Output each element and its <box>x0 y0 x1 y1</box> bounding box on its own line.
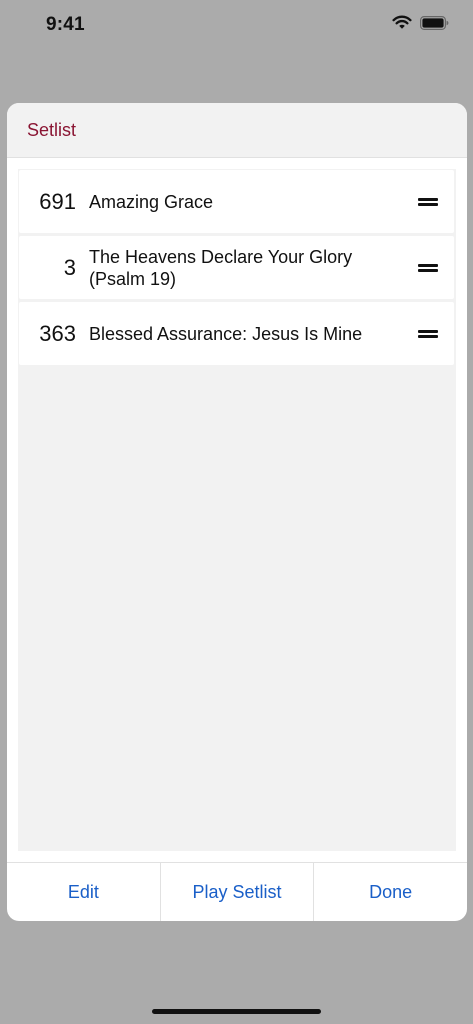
drag-handle-icon[interactable] <box>418 263 438 273</box>
hymn-number: 363 <box>39 320 76 346</box>
drag-handle-icon[interactable] <box>418 197 438 207</box>
hymn-title: Blessed Assurance: Jesus Is Mine <box>89 323 363 344</box>
status-time: 9:41 <box>46 14 85 35</box>
hymn-number: 3 <box>63 254 76 280</box>
hymn-number: 691 <box>39 188 76 214</box>
hymn-title: The Heavens Declare Your Glory (Psalm 19… <box>89 246 353 289</box>
home-indicator[interactable] <box>152 1009 321 1014</box>
wifi-icon <box>392 15 412 29</box>
list-item[interactable]: 363 Blessed Assurance: Jesus Is Mine <box>19 302 454 365</box>
done-button[interactable]: Done <box>313 863 467 921</box>
drag-handle-icon[interactable] <box>418 329 438 339</box>
sheet-footer: Edit Play Setlist Done <box>7 862 467 921</box>
battery-icon <box>420 15 449 30</box>
hymn-title: Amazing Grace <box>89 191 214 212</box>
sheet-title: Setlist <box>27 120 77 140</box>
list-item[interactable]: 3 The Heavens Declare Your Glory (Psalm … <box>19 236 454 299</box>
setlist-sheet: Setlist 691 Amazing Grace 3 The Heavens … <box>7 103 467 921</box>
play-setlist-button[interactable]: Play Setlist <box>159 863 314 921</box>
status-bar: 9:41 <box>0 0 473 52</box>
sheet-header: Setlist <box>7 103 467 158</box>
edit-button[interactable]: Edit <box>7 863 160 921</box>
status-icons <box>392 15 449 30</box>
list-item[interactable]: 691 Amazing Grace <box>19 170 454 233</box>
setlist-list: 691 Amazing Grace 3 The Heavens Declare … <box>18 169 456 851</box>
